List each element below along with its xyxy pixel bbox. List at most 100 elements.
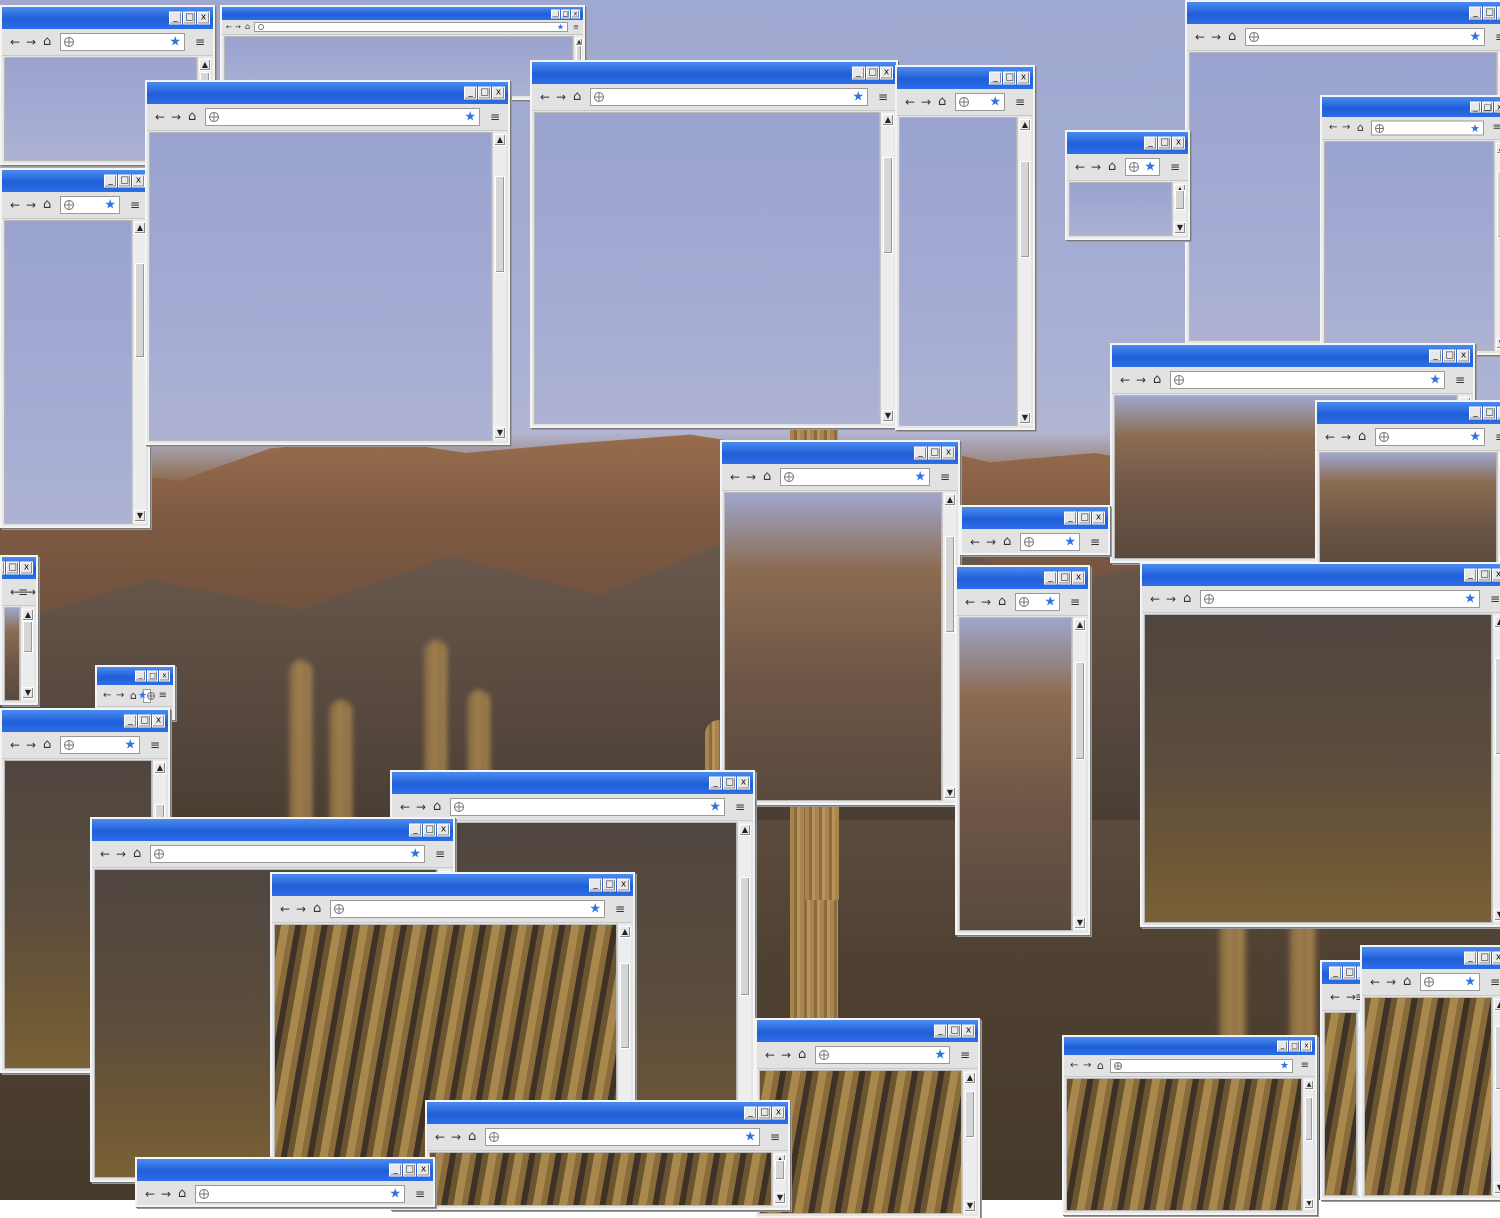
address-bar[interactable]: ★	[1371, 120, 1484, 136]
scroll-up-arrow-icon[interactable]: ▲	[944, 494, 956, 506]
minimize-button[interactable]: _	[551, 9, 560, 18]
close-button[interactable]: x	[1457, 349, 1470, 363]
scrollbar-thumb[interactable]	[1305, 1097, 1313, 1141]
forward-arrow-icon[interactable]: →	[116, 848, 126, 860]
window-titlebar[interactable]: _□x	[722, 442, 958, 464]
maximize-button[interactable]: □	[948, 1024, 961, 1038]
scroll-up-arrow-icon[interactable]: ▲	[199, 59, 211, 71]
maximize-button[interactable]: □	[147, 670, 158, 682]
window-titlebar[interactable]: _□x	[97, 667, 173, 685]
close-button[interactable]: x	[1494, 101, 1500, 113]
browser-window[interactable]: _□x←→⌂★≡▲▼	[0, 555, 38, 705]
minimize-button[interactable]: _	[135, 670, 146, 682]
browser-window[interactable]: _□x←→⌂★≡▲▼	[1140, 562, 1500, 927]
window-titlebar[interactable]: _□x	[427, 1102, 788, 1124]
forward-arrow-icon[interactable]: →	[296, 903, 306, 915]
home-icon[interactable]: ⌂	[1403, 975, 1411, 988]
address-bar[interactable]: ★	[1020, 533, 1080, 551]
bookmark-star-icon[interactable]: ★	[1064, 536, 1076, 549]
scroll-down-arrow-icon[interactable]: ▼	[22, 687, 34, 699]
minimize-button[interactable]: _	[464, 86, 477, 100]
vertical-scrollbar[interactable]: ▲▼	[880, 112, 894, 424]
vertical-scrollbar[interactable]: ▲▼	[1017, 117, 1031, 426]
maximize-button[interactable]: □	[1058, 571, 1071, 585]
window-titlebar[interactable]: _□x	[957, 567, 1088, 589]
bookmark-star-icon[interactable]: ★	[1464, 976, 1476, 989]
hamburger-menu-icon[interactable]: ≡	[415, 1188, 425, 1200]
scroll-down-arrow-icon[interactable]: ▼	[774, 1192, 786, 1204]
address-bar[interactable]: ★	[254, 22, 568, 32]
scroll-down-arrow-icon[interactable]: ▼	[1074, 917, 1086, 929]
window-titlebar[interactable]: _□x	[532, 62, 896, 84]
address-bar[interactable]: ★	[1375, 428, 1485, 446]
hamburger-menu-icon[interactable]: ≡	[940, 471, 950, 483]
maximize-button[interactable]: □	[183, 11, 196, 25]
maximize-button[interactable]: □	[758, 1106, 771, 1120]
maximize-button[interactable]: □	[1158, 136, 1171, 150]
bookmark-star-icon[interactable]: ★	[744, 1131, 756, 1144]
scrollbar-thumb[interactable]	[620, 963, 630, 1049]
forward-arrow-icon[interactable]: →	[1091, 161, 1101, 173]
forward-arrow-icon[interactable]: →	[746, 471, 756, 483]
minimize-button[interactable]: _	[709, 776, 722, 790]
browser-window[interactable]: _□x←→⌂★≡▲▼	[1062, 1035, 1317, 1215]
maximize-button[interactable]: □	[423, 823, 436, 837]
home-icon[interactable]: ⌂	[468, 1130, 476, 1143]
forward-arrow-icon[interactable]: →	[986, 536, 996, 548]
back-arrow-icon[interactable]: ←	[1370, 976, 1380, 988]
browser-window[interactable]: _□x←→⌂★≡▲▼	[425, 1100, 790, 1210]
bookmark-star-icon[interactable]: ★	[1470, 122, 1480, 135]
scrollbar-thumb[interactable]	[740, 877, 750, 996]
minimize-button[interactable]: _	[1064, 511, 1077, 525]
bookmark-star-icon[interactable]: ★	[914, 471, 926, 484]
window-titlebar[interactable]: _□x	[147, 82, 508, 104]
vertical-scrollbar[interactable]: ▲▼	[962, 1070, 976, 1214]
minimize-button[interactable]: _	[389, 1163, 402, 1177]
home-icon[interactable]: ⌂	[1183, 592, 1191, 605]
back-arrow-icon[interactable]: ←	[1329, 122, 1337, 134]
window-titlebar[interactable]: _□x	[2, 7, 213, 29]
home-icon[interactable]: ⌂	[798, 1048, 806, 1061]
scrollbar-thumb[interactable]	[1075, 662, 1085, 760]
hamburger-menu-icon[interactable]: ≡	[1170, 161, 1180, 173]
maximize-button[interactable]: □	[403, 1163, 416, 1177]
close-button[interactable]: x	[1172, 136, 1185, 150]
close-button[interactable]: x	[1492, 568, 1500, 582]
vertical-scrollbar[interactable]: ▲▼	[1302, 1078, 1314, 1211]
scroll-down-arrow-icon[interactable]: ▼	[882, 410, 894, 422]
back-arrow-icon[interactable]: ←	[103, 690, 111, 702]
minimize-button[interactable]: _	[124, 714, 137, 728]
address-bar[interactable]: ★	[60, 33, 185, 51]
home-icon[interactable]: ⌂	[1003, 535, 1011, 548]
window-titlebar[interactable]: _□x	[222, 7, 583, 20]
scroll-up-arrow-icon[interactable]: ▲	[1019, 119, 1031, 131]
window-titlebar[interactable]: _□x	[2, 557, 36, 579]
back-arrow-icon[interactable]: ←	[1075, 161, 1085, 173]
scroll-up-arrow-icon[interactable]: ▲	[22, 609, 34, 621]
hamburger-menu-icon[interactable]: ≡	[195, 36, 205, 48]
bookmark-star-icon[interactable]: ★	[169, 36, 181, 49]
scrollbar-thumb[interactable]	[495, 176, 505, 273]
scroll-down-arrow-icon[interactable]: ▼	[1494, 909, 1500, 921]
minimize-button[interactable]: _	[1470, 101, 1481, 113]
maximize-button[interactable]: □	[1289, 1040, 1300, 1052]
minimize-button[interactable]: _	[1469, 6, 1482, 20]
close-button[interactable]: x	[1301, 1040, 1312, 1052]
maximize-button[interactable]: □	[1478, 951, 1491, 965]
hamburger-menu-icon[interactable]: ≡	[130, 199, 140, 211]
scroll-down-arrow-icon[interactable]: ▼	[964, 1200, 976, 1212]
address-bar[interactable]: ★	[330, 900, 605, 918]
scroll-up-arrow-icon[interactable]: ▲	[1074, 619, 1086, 631]
address-bar[interactable]: ★	[450, 798, 725, 816]
scrollbar-thumb[interactable]	[1495, 1026, 1500, 1090]
minimize-button[interactable]: _	[989, 71, 1002, 85]
forward-arrow-icon[interactable]: →	[921, 96, 931, 108]
back-arrow-icon[interactable]: ←	[155, 111, 165, 123]
hamburger-menu-icon[interactable]: ≡	[150, 739, 160, 751]
browser-window[interactable]: _ □ x ← → ⌂ ★ ≡	[960, 505, 1110, 555]
minimize-button[interactable]: _	[409, 823, 422, 837]
window-titlebar[interactable]: _□x	[757, 1020, 978, 1042]
forward-arrow-icon[interactable]: →	[1386, 976, 1396, 988]
minimize-button[interactable]: _	[1464, 951, 1477, 965]
home-icon[interactable]: ⌂	[130, 689, 137, 702]
